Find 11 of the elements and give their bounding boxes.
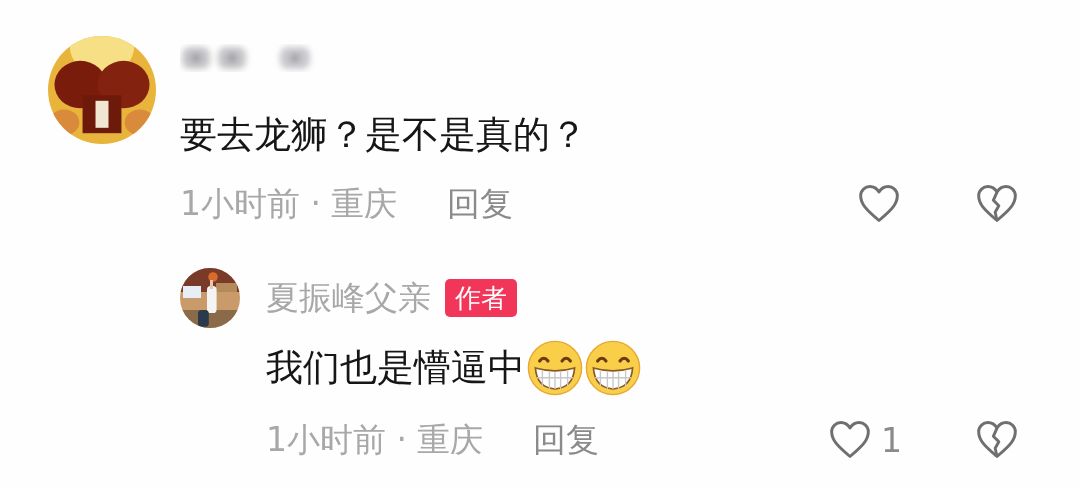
author-name[interactable]: 夏振峰父亲 (266, 275, 431, 321)
grinning-emoji-icon (585, 340, 641, 396)
like-count: 1 (881, 420, 902, 460)
reply-link[interactable]: 回复 (447, 181, 514, 227)
author-badge: 作者 (445, 279, 517, 317)
time-location: 1小时前 · 重庆 (266, 418, 484, 461)
time-location: 1小时前 · 重庆 (180, 182, 398, 225)
comment-text: 我们也是懵逼中 (266, 338, 1020, 398)
comment-text: 要去龙狮？是不是真的？ (180, 112, 588, 158)
reply-link[interactable]: 回复 (533, 417, 600, 463)
grinning-emoji-icon (527, 340, 583, 396)
